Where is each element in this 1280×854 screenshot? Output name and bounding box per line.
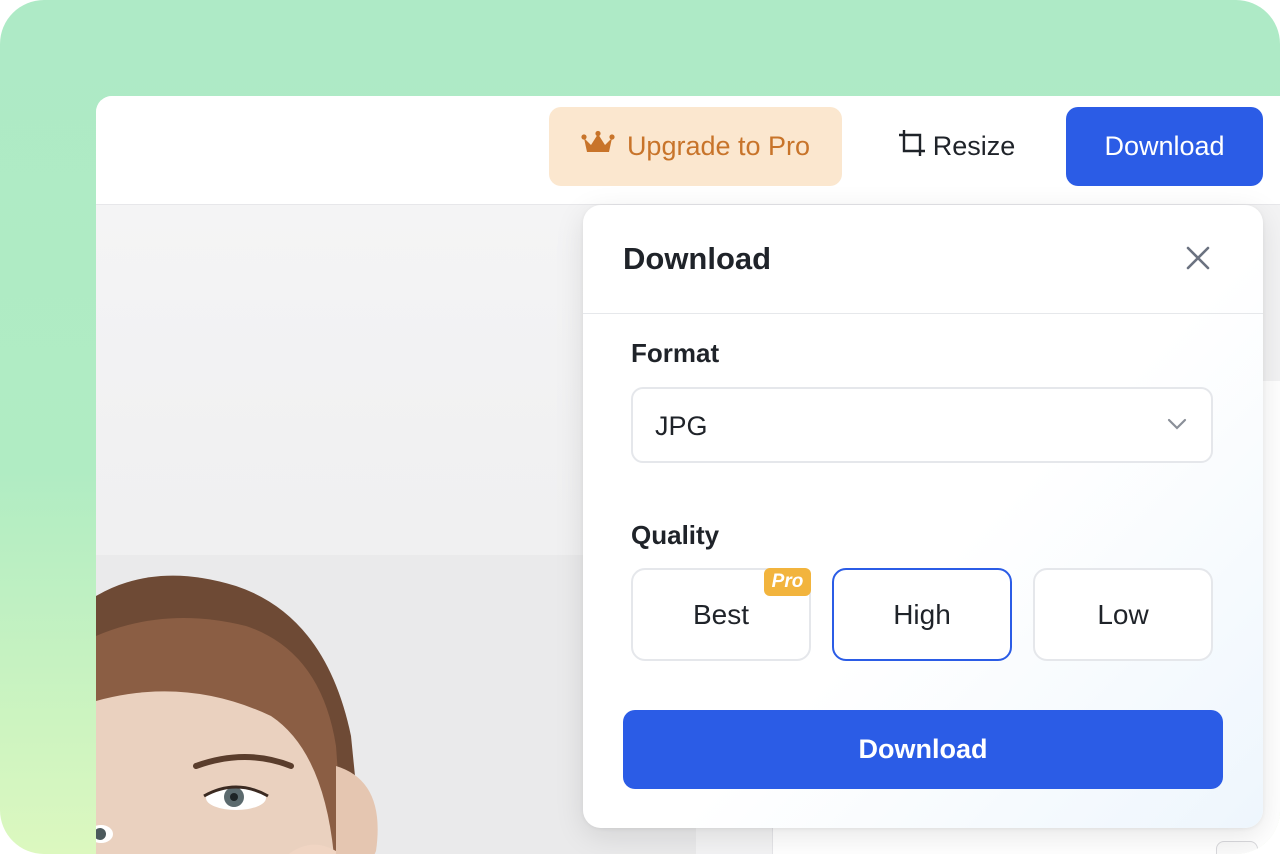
close-button[interactable] [1181,243,1215,277]
resize-button[interactable]: Resize [886,107,1026,186]
portrait-image [96,575,378,854]
download-button[interactable]: Download [623,710,1223,789]
background-frame: Upgrade to Pro Resize Download Download … [0,0,1280,854]
download-button-toolbar[interactable]: Download [1066,107,1263,186]
quality-option-label: Best [692,598,750,630]
close-icon [1186,246,1210,275]
format-value: JPG [655,411,708,441]
panel-control[interactable] [1216,841,1258,854]
download-dialog: Download Format JPG Quality Best Pro Hig… [583,205,1263,828]
quality-option-high[interactable]: High [832,568,1012,661]
dialog-title: Download [623,241,772,276]
top-toolbar: Upgrade to Pro Resize Download [96,96,1280,205]
crown-icon [581,130,615,163]
dialog-header: Download [583,205,1263,314]
quality-option-label: Low [1097,598,1149,630]
pro-badge: Pro [764,568,811,596]
quality-label: Quality [631,520,720,550]
upgrade-to-pro-button[interactable]: Upgrade to Pro [549,107,842,186]
quality-option-label: High [893,598,951,630]
quality-option-low[interactable]: Low [1033,568,1213,661]
quality-option-best[interactable]: Best Pro [631,568,811,661]
format-select[interactable]: JPG [631,387,1213,463]
crop-icon [897,128,927,165]
chevron-down-icon [1167,417,1187,436]
upgrade-label: Upgrade to Pro [626,131,811,161]
format-label: Format [631,338,720,368]
resize-label: Resize [932,131,1016,161]
